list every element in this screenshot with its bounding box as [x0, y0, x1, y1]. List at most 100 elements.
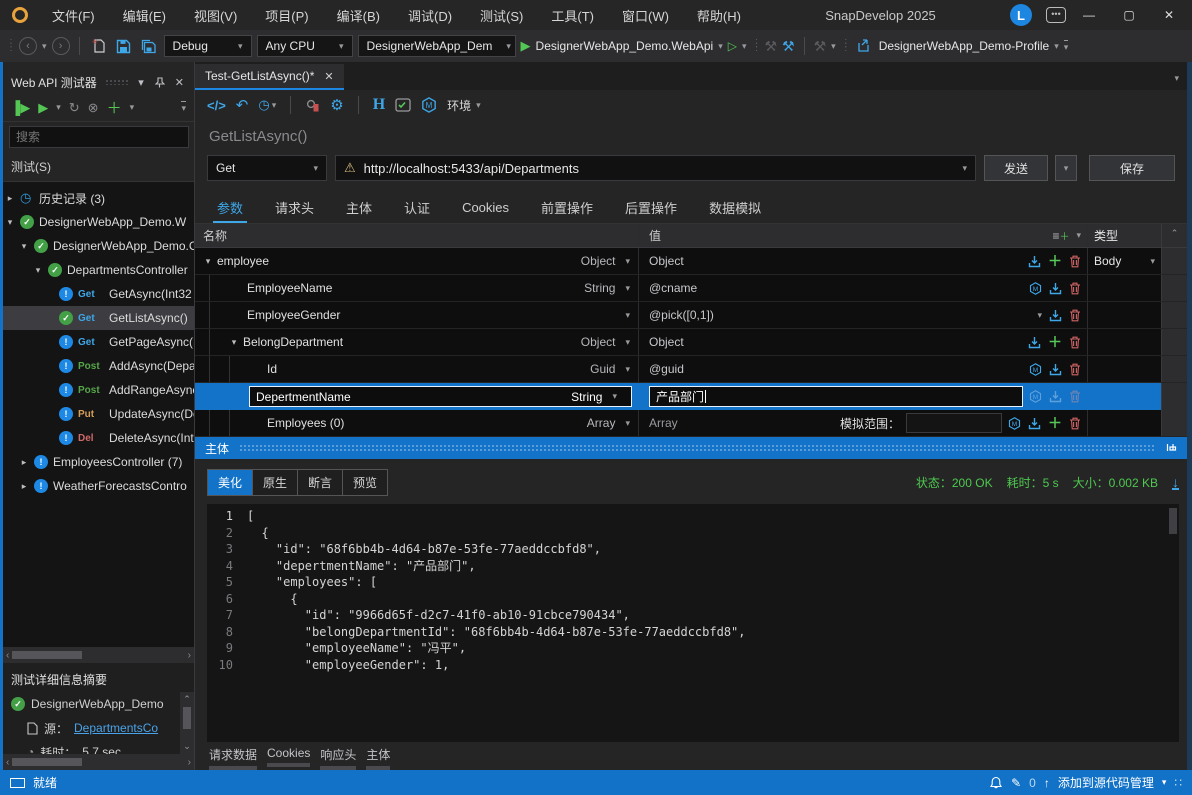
response-body-code[interactable]: 1[ 2 { 3 "id": "68f6bb4b-4d64-b87e-53fe-… — [207, 504, 1179, 742]
chevron-down-icon[interactable]: ▾ — [130, 102, 135, 113]
scrollbar-thumb[interactable] — [12, 651, 82, 659]
tab-params[interactable]: 参数 — [203, 194, 257, 223]
import-icon[interactable] — [1028, 417, 1041, 430]
tree-item-history[interactable]: ▸ ◷ 历史记录 (3) — [3, 186, 194, 210]
build-project-icon[interactable]: ⚒ — [782, 38, 795, 55]
search-input[interactable] — [9, 126, 189, 148]
minimize-button[interactable]: — — [1072, 2, 1106, 28]
param-row-depertmentname-selected[interactable]: DepertmentName String▾ 产品部门 M — [195, 383, 1187, 410]
delete-icon[interactable] — [1069, 390, 1081, 403]
view-preview[interactable]: 预览 — [343, 470, 387, 495]
send-button[interactable]: 发送 — [984, 155, 1048, 181]
delete-icon[interactable] — [1069, 363, 1081, 376]
panel-menu-chevron-icon[interactable]: ▾ — [136, 76, 146, 89]
maximize-button[interactable]: ▢ — [1112, 2, 1146, 28]
toolbar-grip[interactable]: ⋮⋮ — [6, 42, 14, 50]
back-history-chevron-icon[interactable]: ▾ — [42, 41, 47, 52]
scroll-left-icon[interactable]: ‹ — [6, 757, 9, 768]
add-icon[interactable]: ＋ — [1048, 335, 1062, 349]
code-scrollbar-thumb[interactable] — [1169, 508, 1177, 534]
background-task-icon[interactable] — [10, 778, 25, 788]
save-request-button[interactable]: 保存 — [1089, 155, 1175, 181]
menu-help[interactable]: 帮助(H) — [687, 2, 751, 29]
profile-dropdown[interactable]: DesignerWebApp_Demo-Profile — [879, 39, 1050, 53]
tab-response-body[interactable]: 主体 — [366, 746, 390, 770]
tree-item-method[interactable]: ! Del DeleteAsync(Int3 — [3, 426, 194, 450]
param-value-input[interactable]: 产品部门 — [649, 386, 1023, 407]
summary-result-row[interactable]: ✓ DesignerWebApp_Demo — [11, 692, 194, 716]
menu-build[interactable]: 编译(B) — [327, 2, 390, 29]
type-dropdown[interactable]: Guid▾ — [590, 362, 638, 376]
new-file-icon[interactable]: ✳ — [89, 36, 109, 56]
tree-item-method[interactable]: ! Post AddAsync(Depar — [3, 354, 194, 378]
document-tab-active[interactable]: Test-GetListAsync()* ✕ — [195, 64, 344, 90]
pencil-edit-icon[interactable]: ✎ — [1011, 776, 1021, 790]
close-button[interactable]: ✕ — [1152, 2, 1186, 28]
scroll-right-icon[interactable]: › — [188, 757, 191, 768]
param-row-employee[interactable]: ▾ employee Object▾ Object ＋ Body▾ — [195, 248, 1187, 275]
tree-item-solution[interactable]: ▾ ✓ DesignerWebApp_Demo.W — [3, 210, 194, 234]
chevron-down-icon[interactable]: ▾ — [1162, 777, 1167, 788]
environment-dropdown[interactable]: 环境▾ — [447, 97, 481, 114]
mock-hexagon-icon[interactable]: M — [1029, 390, 1042, 403]
pin-icon[interactable] — [152, 77, 167, 88]
expander-expanded-icon[interactable]: ▾ — [229, 337, 239, 348]
import-icon[interactable] — [1028, 336, 1041, 349]
view-pretty[interactable]: 美化 — [208, 470, 253, 495]
menu-debug[interactable]: 调试(D) — [398, 2, 462, 29]
summary-horizontal-scrollbar[interactable]: ‹ › — [3, 754, 194, 770]
tree-item-controller[interactable]: ▸ ! WeatherForecastsContro — [3, 474, 194, 498]
chevron-down-icon[interactable]: ▾ — [1037, 310, 1042, 321]
source-link[interactable]: DepartmentsCo — [74, 721, 158, 735]
panel-close-icon[interactable]: ✕ — [173, 76, 186, 89]
expander-expanded-icon[interactable]: ▾ — [203, 256, 213, 267]
delete-icon[interactable] — [1069, 255, 1081, 268]
tab-response-headers[interactable]: 响应头 — [320, 746, 356, 770]
feedback-icon[interactable]: ••• — [1046, 7, 1066, 23]
header-helper-icon[interactable]: H — [373, 96, 385, 114]
navigate-forward-icon[interactable]: › — [52, 37, 70, 55]
save-all-icon[interactable] — [139, 36, 159, 56]
type-dropdown[interactable]: String▾ — [584, 281, 638, 295]
chevron-down-icon[interactable]: ▾ — [962, 163, 967, 174]
expander-expanded-icon[interactable]: ▾ — [19, 241, 29, 252]
type-dropdown[interactable]: Object▾ — [581, 335, 638, 349]
tree-item-method[interactable]: ! Get GetPageAsync(Pa — [3, 330, 194, 354]
tree-item-method[interactable]: ! Put UpdateAsync(De — [3, 402, 194, 426]
tab-data-mock[interactable]: 数据模拟 — [695, 194, 775, 223]
param-name-input[interactable]: DepertmentName String▾ — [249, 386, 632, 407]
code-view-icon[interactable]: </> — [207, 98, 226, 113]
chevron-down-icon[interactable]: ▾ — [1076, 230, 1081, 241]
tab-cookies[interactable]: Cookies — [448, 196, 523, 221]
mock-hexagon-icon[interactable]: M — [1008, 417, 1021, 430]
scroll-down-icon[interactable]: ⌄ — [183, 741, 191, 752]
source-control-button[interactable]: 添加到源代码管理 — [1058, 774, 1154, 791]
run-icon[interactable]: ▶ — [38, 100, 48, 116]
notifications-bell-icon[interactable] — [989, 776, 1003, 790]
solution-config-dropdown[interactable]: Debug▾ — [164, 35, 252, 57]
body-type-dropdown[interactable]: Body▾ — [1087, 248, 1161, 274]
push-up-arrow-icon[interactable]: ↑ — [1044, 776, 1050, 790]
param-row-employeename[interactable]: EmployeeName String▾ @cname M — [195, 275, 1187, 302]
param-row-id[interactable]: Id Guid▾ @guid M — [195, 356, 1187, 383]
save-icon[interactable] — [114, 36, 134, 56]
mock-range-input[interactable] — [906, 413, 1002, 433]
start-debug-icon[interactable]: ▶ — [521, 38, 531, 54]
chevron-down-icon[interactable]: ▾ — [272, 100, 277, 111]
toolbar-grip[interactable]: ⋮⋮ — [751, 42, 759, 50]
navigate-back-icon[interactable]: ‹ — [19, 37, 37, 55]
run-all-debug-icon[interactable]: ▐▶ — [11, 100, 30, 116]
scrollbar-thumb[interactable] — [12, 758, 82, 766]
import-icon[interactable] — [1049, 390, 1062, 403]
import-icon[interactable] — [1028, 255, 1041, 268]
tab-headers[interactable]: 请求头 — [261, 194, 328, 223]
panel-toolbar-overflow-icon[interactable]: ▾ — [181, 101, 186, 114]
menu-edit[interactable]: 编辑(E) — [113, 2, 176, 29]
view-raw[interactable]: 原生 — [253, 470, 298, 495]
mock-hexagon-icon[interactable]: M — [1029, 363, 1042, 376]
tab-response-cookies[interactable]: Cookies — [267, 746, 310, 770]
tree-item-method-selected[interactable]: ✓ Get GetListAsync() — [3, 306, 194, 330]
scroll-up-icon[interactable]: ⌃ — [183, 694, 191, 705]
type-dropdown[interactable]: Object▾ — [581, 254, 638, 268]
rebuild-icon[interactable]: ⚒ — [814, 38, 827, 55]
